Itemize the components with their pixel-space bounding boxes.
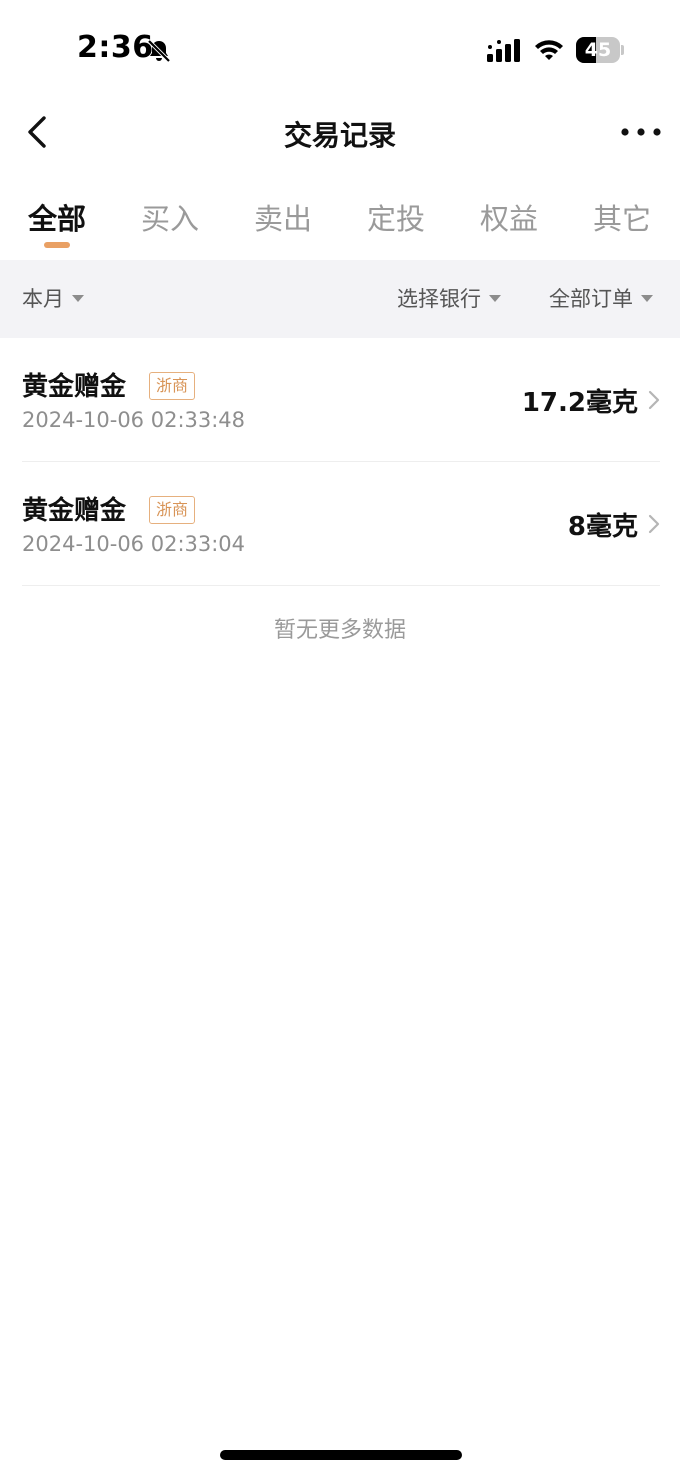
transaction-title: 黄金赠金 (22, 496, 127, 526)
transaction-time: 2024-10-06 02:33:04 (22, 532, 246, 556)
order-filter[interactable]: 全部订单 (549, 260, 653, 338)
bell-slash-icon (147, 39, 171, 63)
no-more-data-text: 暂无更多数据 (273, 618, 406, 643)
tab-sell[interactable]: 卖出 (254, 196, 312, 252)
more-horizontal-icon[interactable] (620, 120, 662, 144)
transaction-title: 黄金赠金 (22, 372, 127, 402)
filter-bar: 本月 选择银行 全部订单 (0, 260, 680, 338)
page-title: 交易记录 (283, 119, 396, 152)
caret-down-icon (489, 294, 501, 302)
status-bar: 2:36 45 (0, 0, 680, 100)
battery-icon: 45 (576, 37, 624, 63)
tab-bar: 全部 买入 卖出 定投 权益 其它 (0, 186, 680, 258)
order-filter-label: 全部订单 (549, 287, 633, 311)
tab-buy[interactable]: 买入 (141, 196, 199, 252)
screen: 2:36 45 交易记录 全部 买入 卖出 定投 权益 其它 本月 选择银行 全… (0, 0, 680, 1474)
caret-down-icon (72, 294, 84, 302)
tab-regular-investment[interactable]: 定投 (367, 196, 425, 252)
battery-cap (621, 45, 624, 55)
transaction-row[interactable]: 黄金赠金 浙商 2024-10-06 02:33:48 17.2毫克 (22, 338, 660, 462)
status-time: 2:36 (77, 30, 154, 65)
transaction-amount: 8毫克 (567, 512, 638, 542)
chevron-right-icon (648, 514, 660, 534)
battery-level: 45 (584, 39, 612, 61)
transaction-list: 黄金赠金 浙商 2024-10-06 02:33:48 17.2毫克 黄金赠金 … (0, 338, 680, 586)
transaction-row[interactable]: 黄金赠金 浙商 2024-10-06 02:33:04 8毫克 (22, 462, 660, 586)
chevron-right-icon (648, 390, 660, 410)
tab-equity[interactable]: 权益 (480, 196, 538, 252)
home-indicator[interactable] (220, 1450, 462, 1460)
period-filter-label: 本月 (22, 287, 64, 311)
bank-filter[interactable]: 选择银行 (397, 260, 501, 338)
bank-tag: 浙商 (149, 496, 196, 524)
caret-down-icon (641, 294, 653, 302)
tab-active-indicator (44, 242, 70, 248)
transaction-amount: 17.2毫克 (521, 388, 638, 418)
period-filter[interactable]: 本月 (22, 260, 84, 338)
transaction-time: 2024-10-06 02:33:48 (22, 408, 246, 432)
wifi-icon (535, 40, 563, 60)
tab-other[interactable]: 其它 (593, 196, 651, 252)
cellular-signal-icon (487, 39, 520, 62)
nav-bar: 交易记录 (0, 100, 680, 166)
battery-body: 45 (576, 37, 620, 63)
bank-filter-label: 选择银行 (397, 287, 481, 311)
bank-tag: 浙商 (149, 372, 196, 400)
